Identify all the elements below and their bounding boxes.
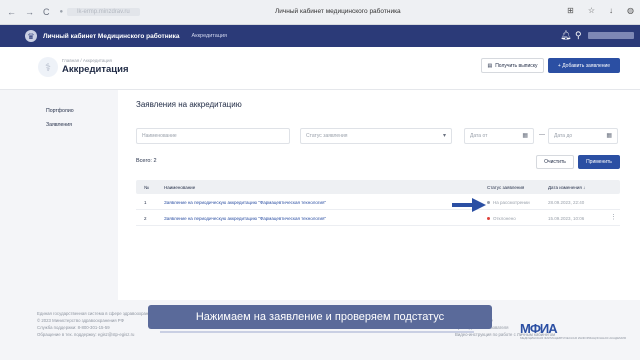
bell-icon[interactable]: 🔔︎ <box>560 30 571 41</box>
row-status: На рассмотрении <box>487 200 530 205</box>
row-status-text: На рассмотрении <box>493 200 530 205</box>
footer-line: Единая государственная система в сфере з… <box>37 311 158 316</box>
row-date: 15.09.2023, 10:06 <box>548 216 585 221</box>
row-status: Отклонено <box>487 216 516 221</box>
row-number: 2 <box>144 216 147 221</box>
breadcrumb[interactable]: Главная / Аккредитация <box>62 58 112 63</box>
video-caption: Нажимаем на заявление и проверяем подста… <box>148 305 492 329</box>
status-dot-icon <box>487 201 490 205</box>
reload-icon[interactable]: C <box>43 7 50 17</box>
footer-line: © 2023 Министерство здравоохранения РФ <box>37 318 124 323</box>
col-number: № <box>144 185 149 190</box>
star-icon[interactable]: ☆ <box>588 6 595 15</box>
more-options-icon[interactable]: ⋮ <box>610 213 617 221</box>
logo-text: МФИА <box>520 321 558 336</box>
document-icon: ▤ <box>487 62 493 69</box>
status-filter-select[interactable]: Статус заявления ▾ <box>300 128 452 144</box>
col-name: Наименование <box>164 185 196 190</box>
page-heading-bar: ⚕ Главная / Аккредитация Аккредитация <box>0 47 640 90</box>
sidebar: Портфолио Заявления <box>0 90 118 300</box>
emblem-icon: ♛ <box>25 30 37 42</box>
app-header: ♛ Личный кабинет Медицинского работника … <box>0 25 640 47</box>
date-to-input[interactable]: Дата до ▦ <box>548 128 618 144</box>
translate-icon[interactable]: ⊞ <box>567 6 574 15</box>
row-name[interactable]: Заявление на периодическую аккредитацию … <box>164 200 326 205</box>
caption-underline <box>160 331 474 333</box>
date-from-placeholder: Дата от <box>470 133 488 139</box>
back-icon[interactable]: ← <box>7 7 16 17</box>
chevron-down-icon: ▾ <box>442 133 446 139</box>
sidebar-item-portfolio[interactable]: Портфолио <box>46 108 74 114</box>
user-name-redacted[interactable] <box>588 32 634 39</box>
col-date[interactable]: Дата изменения ↓ <box>548 185 585 190</box>
row-name[interactable]: Заявление на периодическую аккредитацию … <box>164 216 326 221</box>
status-dot-icon <box>487 217 490 221</box>
browser-toolbar: ← → C ● lk-ermp.minzdrav.ru Личный кабин… <box>0 0 640 25</box>
profile-icon[interactable]: ◍ <box>627 6 634 15</box>
clear-button[interactable]: Очистить <box>536 155 574 169</box>
add-application-button[interactable]: + Добавить заявление <box>548 58 620 73</box>
sidebar-item-applications[interactable]: Заявления <box>46 122 72 128</box>
status-filter-placeholder: Статус заявления <box>306 133 348 139</box>
row-status-text: Отклонено <box>493 216 516 221</box>
footer-line: Служба поддержки: 8-800-301-15-59 <box>37 325 110 330</box>
apply-button[interactable]: Применить <box>578 155 620 169</box>
pointer-arrow-icon <box>452 198 486 212</box>
section-heading: Заявления на аккредитацию <box>136 100 242 109</box>
forward-icon[interactable]: → <box>25 7 34 17</box>
tab-title: Личный кабинет медицинского работника <box>275 8 401 15</box>
user-icon[interactable]: ⚲ <box>575 30 582 41</box>
name-filter-input[interactable]: Наименование <box>136 128 290 144</box>
download-extract-label: Получить выписку <box>495 62 538 69</box>
table-row[interactable]: 1 Заявление на периодическую аккредитаци… <box>136 194 620 210</box>
download-icon[interactable]: ↓ <box>609 6 613 15</box>
total-count: Всего: 2 <box>136 158 157 164</box>
row-number: 1 <box>144 200 147 205</box>
mfia-logo: МФИА МЕДИЦИНСКАЯ ФАРМАЦЕВТИЧЕСКАЯ ИНФОРМ… <box>520 321 626 340</box>
table-row[interactable]: 2 Заявление на периодическую аккредитаци… <box>136 210 620 226</box>
date-from-input[interactable]: Дата от ▦ <box>464 128 534 144</box>
page-title: Аккредитация <box>62 64 129 75</box>
main-panel: Заявления на аккредитацию Наименование С… <box>118 90 640 300</box>
date-separator: — <box>539 132 545 138</box>
brand-title[interactable]: Личный кабинет Медицинского работника <box>43 33 180 40</box>
download-extract-button[interactable]: ▤ Получить выписку <box>481 58 544 73</box>
row-date: 28.09.2023, 22:40 <box>548 200 585 205</box>
table-header: № Наименование Статус заявления Дата изм… <box>136 180 620 194</box>
date-to-placeholder: Дата до <box>554 133 573 139</box>
address-bar[interactable]: ● lk-ermp.minzdrav.ru <box>60 8 140 16</box>
nav-accreditation[interactable]: Аккредитация <box>192 33 227 39</box>
calendar-icon[interactable]: ▦ <box>522 132 528 139</box>
applications-table: № Наименование Статус заявления Дата изм… <box>136 180 620 226</box>
calendar-icon[interactable]: ▦ <box>606 132 612 139</box>
accreditation-icon: ⚕ <box>38 57 58 77</box>
url-text[interactable]: lk-ermp.minzdrav.ru <box>67 8 140 16</box>
logo-subtitle: МЕДИЦИНСКАЯ ФАРМАЦЕВТИЧЕСКАЯ ИНФОРМАЦИОН… <box>520 336 626 340</box>
footer-line[interactable]: Обращение в тех. поддержку: egisz@stp-eg… <box>37 332 134 337</box>
col-status: Статус заявления <box>487 185 525 190</box>
name-filter-placeholder: Наименование <box>142 133 177 139</box>
lock-icon: ● <box>59 9 64 15</box>
